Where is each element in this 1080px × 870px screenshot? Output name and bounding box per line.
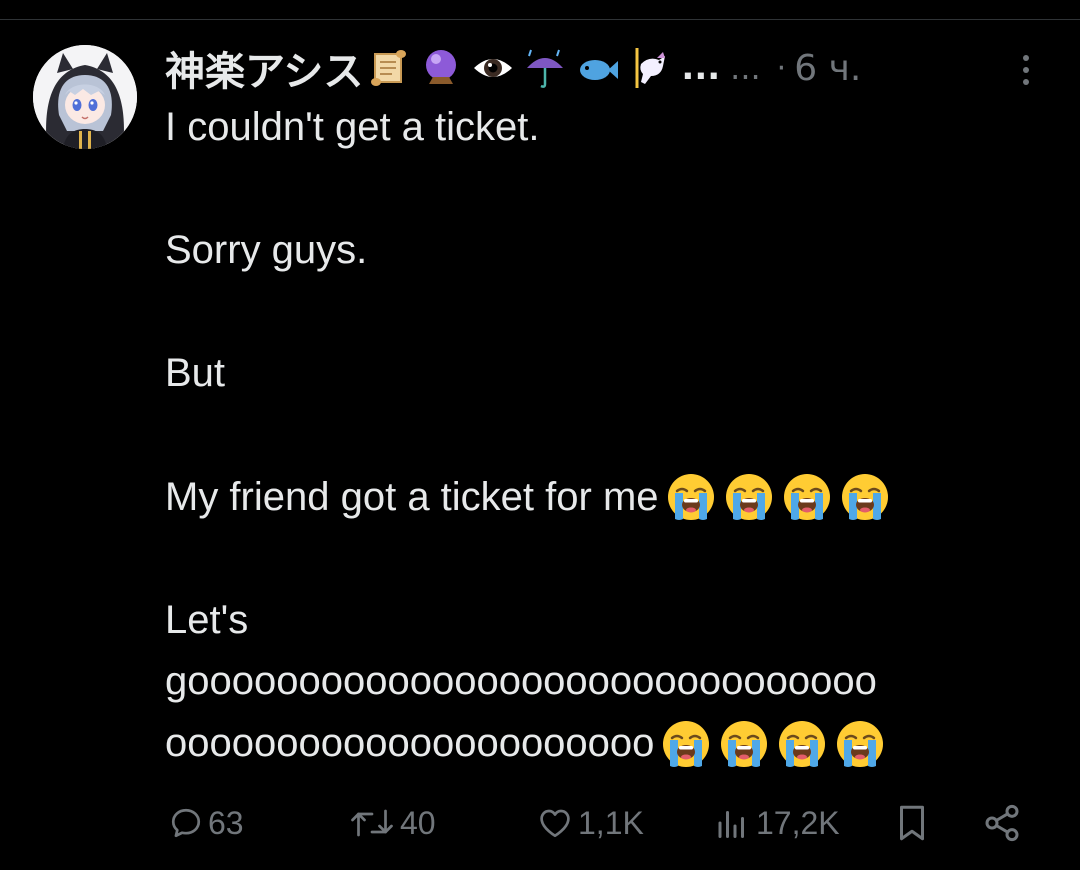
share-button[interactable] xyxy=(982,800,1022,846)
post-header: 神楽アシス ... ... · 6 ч. xyxy=(165,36,1045,100)
eye-icon xyxy=(474,59,513,77)
post-text-line: But xyxy=(165,343,1045,405)
post-text-line xyxy=(165,159,1045,221)
repost-count: 40 xyxy=(400,804,436,841)
post-text: I couldn't get a ticket. Sorry guys. But My… xyxy=(165,97,1045,775)
crystal-ball-icon xyxy=(426,50,457,84)
post-text-segment: Sorry guys. xyxy=(165,228,368,273)
reply-icon xyxy=(171,808,201,838)
post-text-line xyxy=(165,528,1045,590)
post-text-segment: I couldn't get a ticket. xyxy=(165,105,540,149)
share-icon xyxy=(985,804,1019,842)
loudly-crying-face-icon xyxy=(667,474,714,521)
carousel-horse-icon xyxy=(635,48,666,88)
post-text-segment: My friend got a ticket for me xyxy=(165,474,659,519)
loudly-crying-face-icon xyxy=(721,720,768,767)
views-icon xyxy=(718,811,744,838)
loudly-crying-face-icon xyxy=(783,474,830,521)
post-text-segment: oooooooooooooooooooooo xyxy=(165,720,655,765)
post-text-line xyxy=(165,282,1045,344)
action-bar: 63 40 1,1K 17,2K xyxy=(0,800,1080,846)
post-time[interactable]: 6 ч. xyxy=(794,48,861,89)
separator-dot: · xyxy=(776,50,787,86)
repost-icon xyxy=(351,809,393,837)
bookmark-icon xyxy=(900,805,924,841)
bookmark-button[interactable] xyxy=(894,800,930,846)
post-text-segment: But xyxy=(165,351,226,396)
heart-icon xyxy=(540,809,570,838)
post-text-line: My friend got a ticket for me xyxy=(165,467,1045,529)
author-name-emojis xyxy=(367,46,679,90)
scroll-icon xyxy=(371,50,407,86)
loudly-crying-face-icon xyxy=(837,720,884,767)
loudly-crying-face-icon xyxy=(663,720,710,767)
post-text-line: Sorry guys. xyxy=(165,220,1045,282)
name-truncation: ... xyxy=(681,48,721,88)
post-text-line xyxy=(165,405,1045,467)
like-button[interactable]: 1,1K xyxy=(536,800,644,846)
reply-button[interactable]: 63 xyxy=(168,800,244,846)
more-options-icon[interactable] xyxy=(1014,50,1038,90)
post-text-line: gooooooooooooooooooooooooooooooo xyxy=(165,651,1045,713)
reply-count: 63 xyxy=(208,804,244,841)
post-text-segment: Let's xyxy=(165,597,249,642)
avatar[interactable] xyxy=(33,45,137,149)
handle-truncation: ... xyxy=(730,49,761,87)
post-text-line: I couldn't get a ticket. xyxy=(165,97,1045,159)
views-count: 17,2K xyxy=(756,804,840,841)
post-text-line: Let's xyxy=(165,590,1045,652)
loudly-crying-face-icon xyxy=(841,474,888,521)
loudly-crying-face-icon xyxy=(725,474,772,521)
loudly-crying-face-icon xyxy=(779,720,826,767)
author-display-name[interactable]: 神楽アシス xyxy=(165,39,363,97)
top-divider xyxy=(0,19,1080,20)
views-button[interactable]: 17,2K xyxy=(712,800,840,846)
repost-button[interactable]: 40 xyxy=(348,800,436,846)
umbrella-with-rain-icon xyxy=(527,49,564,88)
post-text-line: oooooooooooooooooooooo xyxy=(165,713,1045,775)
like-count: 1,1K xyxy=(578,804,644,841)
fish-icon xyxy=(580,60,619,80)
post-text-segment: gooooooooooooooooooooooooooooooo xyxy=(165,659,877,704)
